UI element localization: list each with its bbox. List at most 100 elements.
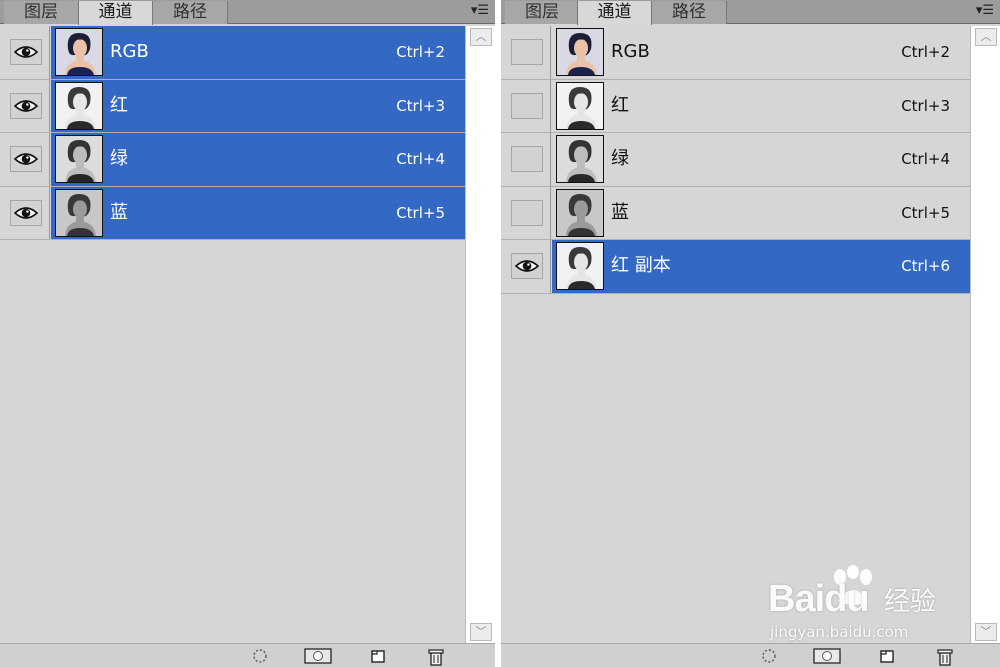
channel-row[interactable]: 红 Ctrl+3 xyxy=(0,79,465,133)
visibility-cell xyxy=(501,240,551,293)
scroll-up-arrow-icon[interactable]: ︿ xyxy=(470,28,492,46)
channel-shortcut: Ctrl+5 xyxy=(396,203,445,222)
channel-main-cell[interactable]: 红 Ctrl+3 xyxy=(51,79,465,132)
panel-bottom-toolbar xyxy=(0,643,495,667)
channel-main-cell[interactable]: 蓝 Ctrl+5 xyxy=(552,187,970,240)
scroll-down-arrow-icon[interactable]: ﹀ xyxy=(470,623,492,641)
channel-row[interactable]: 红 Ctrl+3 xyxy=(501,79,970,133)
channel-main-cell[interactable]: 绿 Ctrl+4 xyxy=(51,133,465,186)
channel-row[interactable]: 蓝 Ctrl+5 xyxy=(501,186,970,240)
channel-shortcut: Ctrl+6 xyxy=(901,257,950,275)
channel-name: 蓝 xyxy=(611,201,629,223)
channel-main-cell[interactable]: 红 副本 Ctrl+6 xyxy=(552,240,970,293)
delete-channel-icon[interactable] xyxy=(426,648,446,667)
scroll-up-arrow-icon[interactable]: ︿ xyxy=(975,28,997,46)
channel-row[interactable]: RGB Ctrl+2 xyxy=(501,26,970,80)
channel-thumbnail-image xyxy=(56,29,102,75)
channel-shortcut: Ctrl+2 xyxy=(396,43,445,61)
channel-main-cell[interactable]: 红 Ctrl+3 xyxy=(552,80,970,133)
panel-menu-icon[interactable]: ▾☰ xyxy=(976,3,994,19)
visibility-toggle[interactable] xyxy=(511,253,543,279)
channel-main-cell[interactable]: RGB Ctrl+2 xyxy=(552,26,970,79)
channel-thumbnail xyxy=(556,188,604,237)
channel-shortcut: Ctrl+4 xyxy=(901,150,950,168)
visibility-cell xyxy=(501,26,551,79)
visibility-cell xyxy=(0,26,50,79)
watermark-url: jingyan.baidu.com xyxy=(770,623,909,641)
tab-paths[interactable]: 路径 xyxy=(652,1,727,24)
new-channel-icon[interactable] xyxy=(368,648,388,667)
tab-layers[interactable]: 图层 xyxy=(505,1,580,24)
channel-name: 红 副本 xyxy=(611,255,671,276)
channel-thumbnail xyxy=(556,135,604,183)
channels-panel-left: 图层 通道 路径 ▾☰ RGB Ctrl+2 红 Ctrl+3 绿 Ctrl+4 蓝 Ctrl… xyxy=(0,0,495,667)
visibility-cell xyxy=(0,133,50,186)
channel-shortcut: Ctrl+4 xyxy=(396,150,445,168)
save-selection-icon[interactable] xyxy=(813,648,841,667)
eye-icon xyxy=(14,46,38,58)
channel-main-cell[interactable]: 绿 Ctrl+4 xyxy=(552,133,970,186)
channel-row[interactable]: RGB Ctrl+2 xyxy=(0,26,465,80)
channel-list-scrollbar[interactable]: ︿ ﹀ xyxy=(970,26,1000,643)
channel-thumbnail-image xyxy=(56,136,102,182)
panel-menu-icon[interactable]: ▾☰ xyxy=(471,3,489,19)
delete-channel-icon[interactable] xyxy=(935,648,955,667)
visibility-cell xyxy=(501,186,551,239)
watermark-logo-text: Baidu xyxy=(768,578,870,620)
load-selection-icon[interactable] xyxy=(759,648,779,667)
visibility-toggle[interactable] xyxy=(511,92,543,119)
channel-thumbnail xyxy=(556,28,604,76)
channel-thumbnail-image xyxy=(56,189,102,236)
visibility-toggle[interactable] xyxy=(10,39,42,65)
scroll-down-arrow-icon[interactable]: ﹀ xyxy=(975,623,997,641)
baidu-jingyan-watermark: Baidu 经验 jingyan.baidu.com xyxy=(768,565,968,645)
load-selection-icon[interactable] xyxy=(250,648,270,667)
panel-tab-bar: 图层 通道 路径 ▾☰ xyxy=(501,0,1000,25)
visibility-cell xyxy=(0,79,50,132)
channel-thumbnail xyxy=(55,188,103,237)
eye-icon xyxy=(14,99,38,112)
channel-main-cell[interactable]: 蓝 Ctrl+5 xyxy=(51,186,465,239)
channel-name: RGB xyxy=(110,41,149,62)
panel-bottom-toolbar xyxy=(501,643,1000,667)
eye-icon xyxy=(14,206,38,219)
channel-row[interactable]: 红 副本 Ctrl+6 xyxy=(501,240,970,294)
channel-thumbnail xyxy=(556,81,604,130)
channel-row[interactable]: 绿 Ctrl+4 xyxy=(0,133,465,187)
save-selection-icon[interactable] xyxy=(304,648,332,667)
eye-icon xyxy=(14,153,38,165)
channel-name: 红 xyxy=(110,94,128,116)
channel-shortcut: Ctrl+2 xyxy=(901,43,950,61)
visibility-toggle[interactable] xyxy=(511,146,543,172)
visibility-toggle[interactable] xyxy=(511,39,543,65)
visibility-toggle[interactable] xyxy=(511,199,543,226)
visibility-toggle[interactable] xyxy=(10,146,42,172)
visibility-toggle[interactable] xyxy=(10,92,42,119)
channel-thumbnail xyxy=(556,242,604,290)
channel-list-scrollbar[interactable]: ︿ ﹀ xyxy=(465,26,495,643)
eye-icon xyxy=(515,260,539,272)
channel-thumbnail xyxy=(55,28,103,76)
channel-shortcut: Ctrl+3 xyxy=(396,96,445,115)
channel-name: 蓝 xyxy=(110,201,128,223)
channel-thumbnail-image xyxy=(557,136,603,182)
tab-layers[interactable]: 图层 xyxy=(4,1,79,24)
channel-list: RGB Ctrl+2 红 Ctrl+3 绿 Ctrl+4 蓝 Ctrl+5 红 副本 Ctrl+6 xyxy=(501,26,970,294)
tab-channels[interactable]: 通道 xyxy=(577,1,652,25)
channel-row[interactable]: 绿 Ctrl+4 xyxy=(501,133,970,187)
channel-thumbnail-image xyxy=(557,29,603,75)
channel-row[interactable]: 蓝 Ctrl+5 xyxy=(0,186,465,240)
tab-channels[interactable]: 通道 xyxy=(78,1,153,25)
channel-thumbnail xyxy=(55,81,103,130)
visibility-toggle[interactable] xyxy=(10,199,42,226)
channel-thumbnail xyxy=(55,135,103,183)
visibility-cell xyxy=(501,79,551,132)
visibility-cell xyxy=(501,133,551,186)
channel-name: 绿 xyxy=(110,148,128,169)
channel-list: RGB Ctrl+2 红 Ctrl+3 绿 Ctrl+4 蓝 Ctrl+5 xyxy=(0,26,465,240)
channel-thumbnail-image xyxy=(557,189,603,236)
new-channel-icon[interactable] xyxy=(877,648,897,667)
panel-tab-bar: 图层 通道 路径 ▾☰ xyxy=(0,0,495,25)
tab-paths[interactable]: 路径 xyxy=(153,1,228,24)
channel-main-cell[interactable]: RGB Ctrl+2 xyxy=(51,26,465,79)
